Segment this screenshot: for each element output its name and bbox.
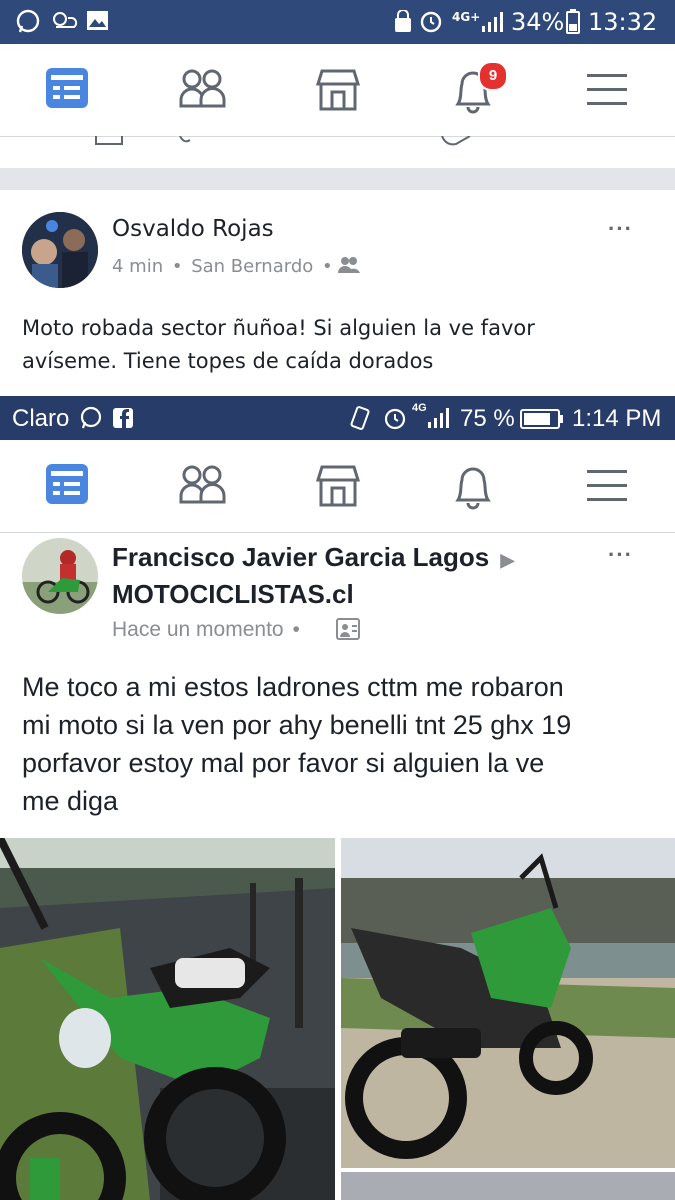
avatar[interactable] [22, 212, 98, 288]
status-bar: 4G+ 34% 13:32 [0, 0, 675, 44]
comment-partial-icon[interactable] [178, 136, 194, 146]
facebook-nav-bar: 9 [0, 44, 675, 137]
facebook-app-icon [113, 408, 133, 428]
clock: 1:14 PM [572, 405, 662, 432]
avatar[interactable] [22, 538, 98, 614]
marketplace-icon[interactable] [314, 464, 362, 508]
photo-thumbnail[interactable] [341, 1172, 675, 1200]
battery-percent: 34% [511, 8, 565, 36]
embedded-status-bar: Claro 4G 75 % 1:14 PM [0, 396, 675, 440]
embedded-nav-bar [0, 440, 675, 533]
post-meta: 4 min • San Bernardo • [112, 256, 333, 277]
audience-friends-icon [338, 257, 360, 273]
friends-icon[interactable] [178, 464, 228, 506]
network-type: 4G+ [452, 10, 481, 24]
post-time[interactable]: 4 min [112, 256, 163, 277]
post-text-line: mi moto si la ven por ahy benelli tnt 25… [22, 710, 572, 740]
friends-icon[interactable] [178, 68, 228, 110]
post-text-line: porfavor estoy mal por favor si alguien … [22, 748, 545, 778]
whatsapp-icon [16, 9, 40, 33]
carrier-name: Claro [12, 405, 70, 432]
post-author[interactable]: Osvaldo Rojas [112, 216, 274, 242]
signal-icon [482, 12, 503, 32]
post-location[interactable]: San Bernardo [191, 256, 313, 277]
alarm-icon [420, 11, 442, 33]
lock-icon [395, 10, 411, 32]
audience-group-icon [336, 618, 360, 640]
arrow-right-icon: ▶ [500, 550, 515, 570]
news-feed-icon[interactable] [44, 66, 92, 112]
post-text-line: Me toco a mi estos ladrones cttm me roba… [22, 672, 564, 702]
post-time[interactable]: Hace un momento [112, 618, 284, 641]
gallery-icon [87, 11, 108, 30]
network-type: 4G [412, 402, 427, 414]
news-feed-icon[interactable] [44, 462, 92, 508]
post-author[interactable]: Francisco Javier Garcia Lagos [112, 542, 489, 572]
motorcycle-photo-left[interactable] [0, 838, 335, 1200]
battery-icon [566, 9, 580, 34]
vibrate-icon [350, 406, 370, 430]
group-name[interactable]: MOTOCICLISTAS.cl [112, 579, 354, 609]
clock: 13:32 [588, 8, 658, 36]
cloud-icon [53, 12, 78, 28]
motorcycle-photo-right[interactable] [341, 838, 675, 1168]
share-icon[interactable] [436, 136, 476, 150]
whatsapp-icon [80, 406, 102, 429]
notifications-badge: 9 [478, 61, 508, 91]
post-text-line: avíseme. Tiene topes de caída dorados [22, 349, 434, 373]
like-icon[interactable] [92, 136, 132, 148]
post-text-line: me diga [22, 786, 119, 816]
post-author-line: Francisco Javier Garcia Lagos ▶ MOTOCICL… [112, 540, 552, 611]
post-text-line: Moto robada sector ñuñoa! Si alguien la … [22, 316, 535, 340]
post-text: Moto robada sector ñuñoa! Si alguien la … [22, 312, 662, 378]
post-text: Me toco a mi estos ladrones cttm me roba… [22, 668, 662, 820]
marketplace-icon[interactable] [314, 68, 362, 112]
feed-separator [0, 168, 675, 190]
alarm-icon [384, 408, 406, 430]
battery-percent: 75 % [460, 405, 515, 432]
menu-icon[interactable] [586, 72, 628, 108]
post-options-button[interactable]: ··· [608, 216, 633, 242]
post-options-button[interactable]: ··· [608, 542, 633, 568]
post-meta: Hace un momento • [112, 618, 300, 641]
menu-icon[interactable] [586, 468, 628, 504]
notifications-icon[interactable] [450, 464, 496, 510]
signal-icon [428, 408, 449, 428]
battery-icon [520, 409, 563, 429]
